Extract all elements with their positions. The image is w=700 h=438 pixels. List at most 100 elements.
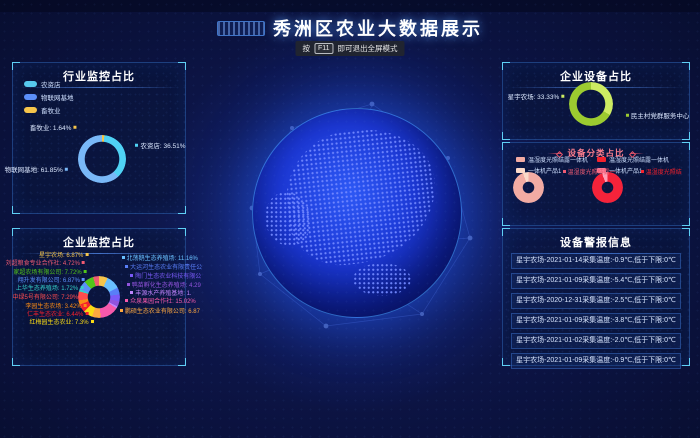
label-dot xyxy=(82,261,85,264)
label-text: 民主村党群服务中心 xyxy=(631,113,690,120)
panel-corner-decoration xyxy=(12,228,20,236)
legend-item[interactable]: 农资店 xyxy=(24,79,74,89)
dotted-continent xyxy=(353,263,411,296)
panel-corner-decoration xyxy=(12,206,20,214)
label-text: 红梅园生态农业: 7.3% xyxy=(30,320,89,326)
label-dot xyxy=(91,320,94,323)
label-dot xyxy=(84,270,87,273)
legend-item[interactable]: 一体机产品1 xyxy=(597,166,669,175)
label-dot xyxy=(73,126,76,129)
label-text: 中绿5号有限公司: 7.29% xyxy=(13,295,79,301)
chart-label: 家超农场有限公司: 7.72% xyxy=(13,270,88,276)
chart-label: 物联网基地: 61.85% xyxy=(5,168,70,175)
alarm-row: 星宇农场-2021-01-09采集温度:-5.4℃,低于下限:0℃ xyxy=(511,273,681,289)
legend-item[interactable]: 温湿度光照结露一体机 xyxy=(597,155,669,164)
logo-badge xyxy=(217,21,265,36)
label-text: 星宇农场: 6.87% xyxy=(39,253,83,259)
legend-label: 物联网基地 xyxy=(41,92,74,102)
label-dot xyxy=(135,144,138,147)
panel-corner-decoration xyxy=(682,228,690,236)
fullscreen-exit-tip: 按 F11 即可退出全屏模式 xyxy=(295,41,404,56)
panel-corner-decoration xyxy=(502,358,510,366)
chart-label: 农资店: 36.51% xyxy=(133,144,185,151)
panel-corner-decoration xyxy=(502,132,510,140)
panel-corner-decoration xyxy=(682,62,690,70)
label-dot xyxy=(65,168,68,171)
chart-label: 翔升发有限公司: 6.87% xyxy=(18,278,87,284)
globe-visualization xyxy=(252,108,462,318)
alarm-row: 星宇农场-2021-01-09采集温度:-3.8℃,低于下限:0℃ xyxy=(511,313,681,329)
chart-label: 众泉果园合作社: 15.02% xyxy=(123,299,196,305)
legend-label: 温湿度光照结露一体机 xyxy=(528,155,588,164)
panel-device-alarm-info: 设备警报信息 星宇农场-2021-01-14采集温度:-0.9℃,低于下限:0℃… xyxy=(502,228,690,366)
alarm-row: 星宇农场-2020-12-31采集温度:-2.5℃,低于下限:0℃ xyxy=(511,293,681,309)
industry-legend: 农资店物联网基地畜牧业 xyxy=(24,79,74,118)
legend-swatch xyxy=(516,157,525,162)
chart-label: 中绿5号有限公司: 7.29% xyxy=(13,295,86,301)
tip-suffix: 即可退出全屏模式 xyxy=(338,43,398,54)
alarm-list: 星宇农场-2021-01-14采集温度:-0.9℃,低于下限:0℃ 星宇农场-20… xyxy=(511,253,681,373)
panel-corner-decoration xyxy=(502,142,510,150)
label-dot xyxy=(127,283,130,286)
legend-item[interactable]: 畜牧业 xyxy=(24,105,74,115)
panel-title: 企业监控占比 xyxy=(13,229,185,253)
chart-label: 上华生态养殖场: 1.72% xyxy=(16,286,85,292)
label-dot xyxy=(125,265,128,268)
panel-corner-decoration xyxy=(682,218,690,226)
alarm-row: 星宇农场-2021-01-09采集温度:-0.9℃,低于下限:0℃ xyxy=(511,353,681,369)
label-text: 丰源水产养殖基地: 1. xyxy=(135,291,191,297)
panel-industry-monitor-ratio: 行业监控占比 农资店物联网基地畜牧业 畜牧业: 1.64%农资店: 36.51%… xyxy=(12,62,186,214)
panel-title: 设备警报信息 xyxy=(503,229,689,253)
label-dot xyxy=(125,299,128,302)
legend-label: 一体机产品1 xyxy=(609,166,642,175)
panel-corner-decoration xyxy=(178,228,186,236)
panel-enterprise-monitor-ratio: 企业监控占比 星宇农场: 6.87%刘超粮食专业合作社: 4.72%家超农场有限… xyxy=(12,228,186,366)
label-text: 仁丰生态农业: 6.44% xyxy=(27,312,83,318)
legend-swatch xyxy=(24,94,37,100)
label-text: 上华生态养殖场: 1.72% xyxy=(16,286,78,292)
globe-sphere xyxy=(252,108,462,318)
panel-corner-decoration xyxy=(12,358,20,366)
label-dot xyxy=(120,309,123,312)
title-divider xyxy=(19,253,179,254)
label-text: 刘超粮食专业合作社: 4.72% xyxy=(6,261,80,267)
legend-swatch xyxy=(24,107,37,113)
panel-corner-decoration xyxy=(502,62,510,70)
panel-corner-decoration xyxy=(682,142,690,150)
enterprise-donut-chart xyxy=(78,276,120,318)
label-dot xyxy=(122,256,125,259)
device-class-left-legend: 温湿度光照结露一体机一体机产品1 xyxy=(516,155,588,177)
label-dot xyxy=(130,274,133,277)
device-donut-chart xyxy=(569,82,613,126)
chart-label: 丰源水产养殖基地: 1. xyxy=(128,291,191,297)
chart-label: 民主村党群服务中心 xyxy=(624,114,690,121)
panel-corner-decoration xyxy=(178,62,186,70)
header: 秀洲区农业大数据展示 xyxy=(0,15,700,41)
f11-key: F11 xyxy=(314,43,334,54)
label-dot xyxy=(561,95,564,98)
panel-corner-decoration xyxy=(682,358,690,366)
chart-label: 刘超粮食专业合作社: 4.72% xyxy=(6,261,87,267)
legend-item[interactable]: 物联网基地 xyxy=(24,92,74,102)
label-text: 李园生态农场: 3.42% xyxy=(25,304,81,310)
top-band xyxy=(0,0,700,12)
label-text: 农资店: 36.51% xyxy=(140,143,185,150)
legend-label: 农资店 xyxy=(41,79,61,89)
legend-label: 一体机产品1 xyxy=(528,166,561,175)
legend-label: 畜牧业 xyxy=(41,105,61,115)
panel-corner-decoration xyxy=(502,218,510,226)
page-title: 秀洲区农业大数据展示 xyxy=(273,15,483,41)
panel-corner-decoration xyxy=(682,132,690,140)
chart-label: 星宇农场: 33.33% xyxy=(508,95,567,102)
dashboard: 秀洲区农业大数据展示 按 F11 即可退出全屏模式 行业监控占比 农资店物联网基… xyxy=(0,0,700,438)
label-text: 翔升发有限公司: 6.87% xyxy=(18,278,80,284)
alarm-row: 星宇农场-2021-01-14采集温度:-0.9℃,低于下限:0℃ xyxy=(511,253,681,269)
label-dot xyxy=(130,291,133,294)
legend-label: 温湿度光照结露一体机 xyxy=(609,155,669,164)
legend-item[interactable]: 一体机产品1 xyxy=(516,166,588,175)
industry-donut-chart xyxy=(78,135,126,183)
legend-item[interactable]: 温湿度光照结露一体机 xyxy=(516,155,588,164)
label-dot xyxy=(626,114,629,117)
legend-swatch xyxy=(597,168,606,173)
chart-label: 畜牧业: 1.64% xyxy=(30,126,79,133)
